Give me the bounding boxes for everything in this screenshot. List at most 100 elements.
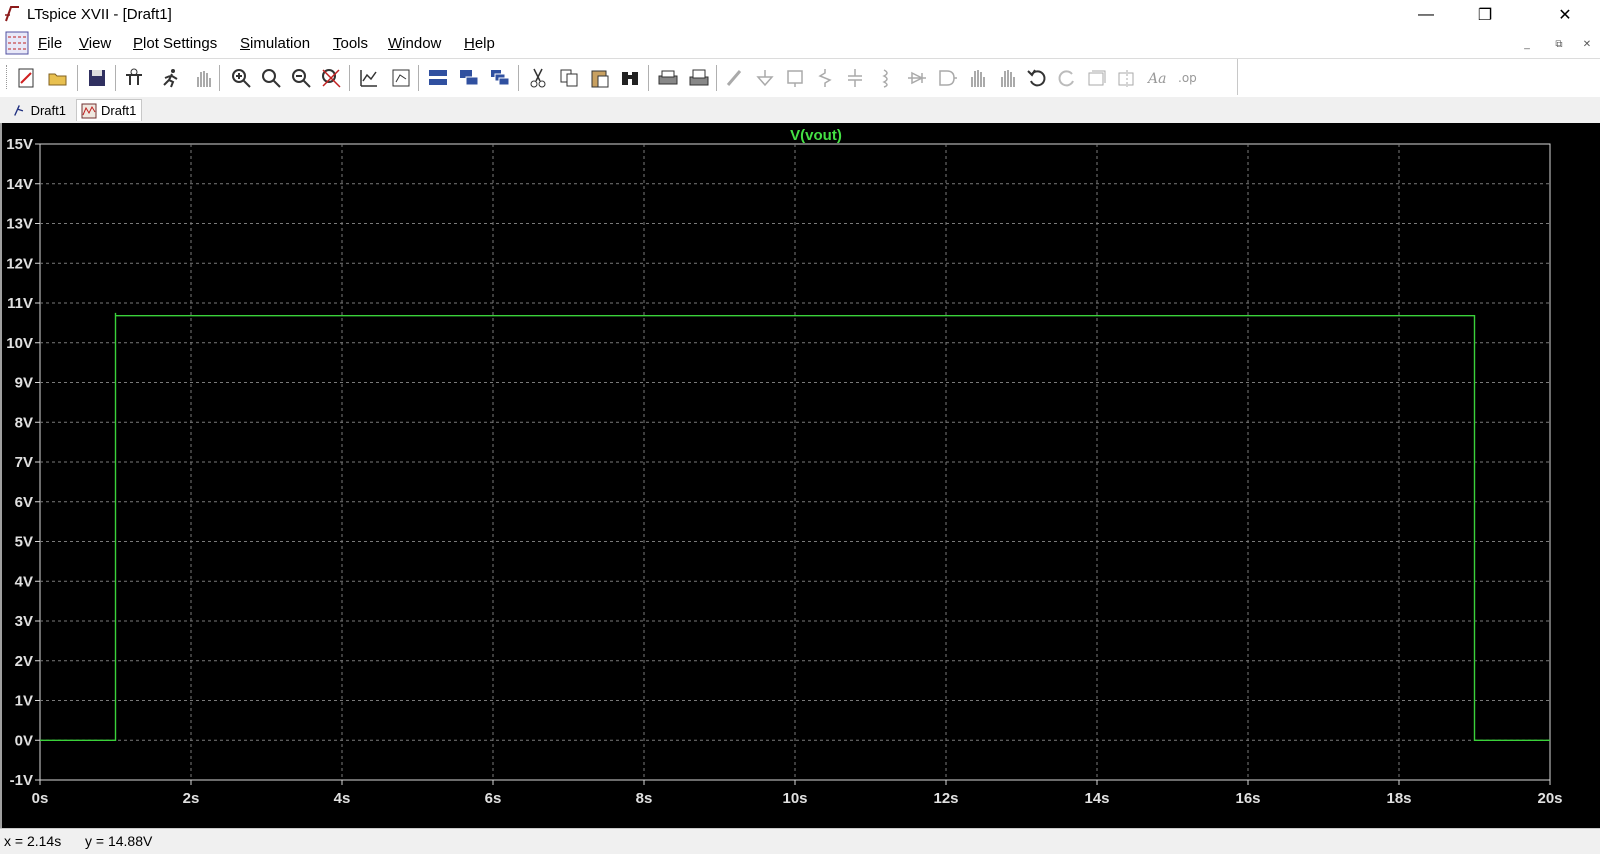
y-tick-label: 6V — [15, 494, 33, 511]
mdi-minimize-button[interactable]: _ — [1518, 36, 1536, 54]
cursor-x-readout: x = 2.14s — [4, 833, 62, 849]
zoom-in-icon[interactable] — [258, 65, 284, 91]
y-tick-label: 14V — [6, 176, 33, 193]
toolbar-separator — [648, 65, 649, 91]
spice-directive-icon[interactable]: .op — [1175, 65, 1201, 91]
y-tick-label: 9V — [15, 375, 33, 392]
toolbar-separator — [115, 65, 116, 91]
find-icon[interactable] — [617, 65, 643, 91]
waveform-icon — [81, 103, 97, 118]
open-icon[interactable] — [45, 65, 71, 91]
maximize-window-button[interactable]: ❐ — [1456, 0, 1514, 30]
y-tick-label: 15V — [6, 136, 33, 153]
waveform-plot-pane[interactable]: V(vout) 15V 14V 13V 12V 11V 10V 9V 8V 7V 6V 5V 4V 3V… — [0, 123, 1600, 828]
diode-icon[interactable] — [904, 65, 930, 91]
undo-icon[interactable] — [1024, 65, 1050, 91]
toolbar-end-divider — [1237, 59, 1238, 95]
toolbar-grip[interactable] — [6, 65, 10, 89]
y-tick-label: 7V — [15, 454, 33, 471]
y-tick-label: 5V — [15, 534, 33, 551]
y-tick-label: 3V — [15, 613, 33, 630]
toolbar-separator — [219, 65, 220, 91]
y-tick-label: 8V — [15, 414, 33, 431]
inductor-icon[interactable] — [872, 65, 898, 91]
print-setup-icon[interactable] — [686, 65, 712, 91]
waveform-document-icon — [5, 31, 29, 55]
drag-icon[interactable] — [994, 65, 1020, 91]
tile-horizontal-icon[interactable] — [425, 65, 451, 91]
text-icon[interactable]: Aa — [1144, 65, 1170, 91]
mdi-close-button[interactable]: ✕ — [1578, 36, 1596, 54]
toolbar-separator — [77, 65, 78, 91]
x-tick-label: 20s — [1537, 790, 1562, 807]
x-tick-label: 18s — [1386, 790, 1411, 807]
rotate-icon[interactable] — [1084, 65, 1110, 91]
toolbar: Aa .op — [0, 58, 1600, 98]
x-tick-label: 10s — [782, 790, 807, 807]
tab-label: Draft1 — [30, 102, 66, 118]
y-tick-label: 12V — [6, 255, 33, 272]
component-icon[interactable] — [934, 65, 960, 91]
run-icon[interactable] — [158, 65, 184, 91]
cut-icon[interactable] — [525, 65, 551, 91]
menu-help[interactable]: Help — [464, 35, 495, 52]
mdi-restore-button[interactable]: ⧉ — [1550, 36, 1568, 54]
status-bar: x = 2.14s y = 14.88V — [0, 828, 1600, 854]
series-line-vout[interactable] — [40, 312, 1550, 741]
y-tick-label: 2V — [15, 653, 33, 670]
y-tick-label: 4V — [15, 573, 33, 590]
wire-icon[interactable] — [722, 65, 748, 91]
label-net-icon[interactable] — [782, 65, 808, 91]
menu-simulation[interactable]: Simulation — [240, 35, 310, 52]
x-tick-label: 14s — [1084, 790, 1109, 807]
tile-vertical-icon[interactable] — [456, 65, 482, 91]
mirror-icon[interactable] — [1114, 65, 1140, 91]
copy-icon[interactable] — [556, 65, 582, 91]
x-tick-label: 4s — [334, 790, 351, 807]
menu-plot-settings[interactable]: Plot Settings — [133, 35, 217, 52]
menu-file[interactable]: File — [38, 35, 62, 52]
tab-draft1-schematic[interactable]: Draft1 — [8, 99, 70, 121]
y-tick-label: 10V — [6, 335, 33, 352]
y-tick-label: 11V — [7, 295, 33, 312]
resistor-icon[interactable] — [812, 65, 838, 91]
cursor-y-readout: y = 14.88V — [85, 833, 153, 849]
move-icon[interactable] — [964, 65, 990, 91]
toolbar-separator — [349, 65, 350, 91]
document-tab-bar: Draft1 Draft1 — [0, 97, 1600, 123]
window-title: LTspice XVII - [Draft1] — [27, 6, 172, 23]
toolbar-separator — [518, 65, 519, 91]
zoom-out-icon[interactable] — [288, 65, 314, 91]
print-icon[interactable] — [655, 65, 681, 91]
svg-text:.op: .op — [1178, 71, 1197, 85]
paste-icon[interactable] — [587, 65, 613, 91]
toolbar-separator — [418, 65, 419, 91]
tab-draft1-waveform[interactable]: Draft1 — [76, 99, 142, 121]
close-window-button[interactable]: ✕ — [1536, 0, 1594, 30]
y-tick-label: 0V — [15, 732, 33, 749]
zoom-area-icon[interactable] — [228, 65, 254, 91]
menu-window[interactable]: Window — [388, 35, 441, 52]
menu-bar: File View Plot Settings Simulation Tools… — [0, 30, 1600, 58]
menu-view[interactable]: View — [79, 35, 111, 52]
waveform-chart[interactable]: 15V 14V 13V 12V 11V 10V 9V 8V 7V 6V 5V 4V 3V 2V 1V 0V -1… — [2, 123, 1600, 828]
view-fit-icon[interactable] — [388, 65, 414, 91]
cascade-icon[interactable] — [487, 65, 513, 91]
x-tick-label: 6s — [485, 790, 502, 807]
control-panel-icon[interactable] — [121, 65, 147, 91]
menu-tools[interactable]: Tools — [333, 35, 368, 52]
autorange-icon[interactable] — [356, 65, 382, 91]
save-icon[interactable] — [84, 65, 110, 91]
zoom-fit-icon[interactable] — [318, 65, 344, 91]
halt-icon[interactable] — [190, 65, 216, 91]
tab-label: Draft1 — [101, 103, 137, 118]
capacitor-icon[interactable] — [842, 65, 868, 91]
minimize-window-button[interactable]: — — [1397, 0, 1455, 30]
ground-icon[interactable] — [752, 65, 778, 91]
y-tick-label: 13V — [6, 216, 33, 233]
new-schematic-icon[interactable] — [13, 65, 39, 91]
schematic-icon — [14, 105, 24, 116]
x-tick-label: 8s — [636, 790, 653, 807]
x-tick-label: 2s — [183, 790, 200, 807]
redo-icon[interactable] — [1054, 65, 1080, 91]
